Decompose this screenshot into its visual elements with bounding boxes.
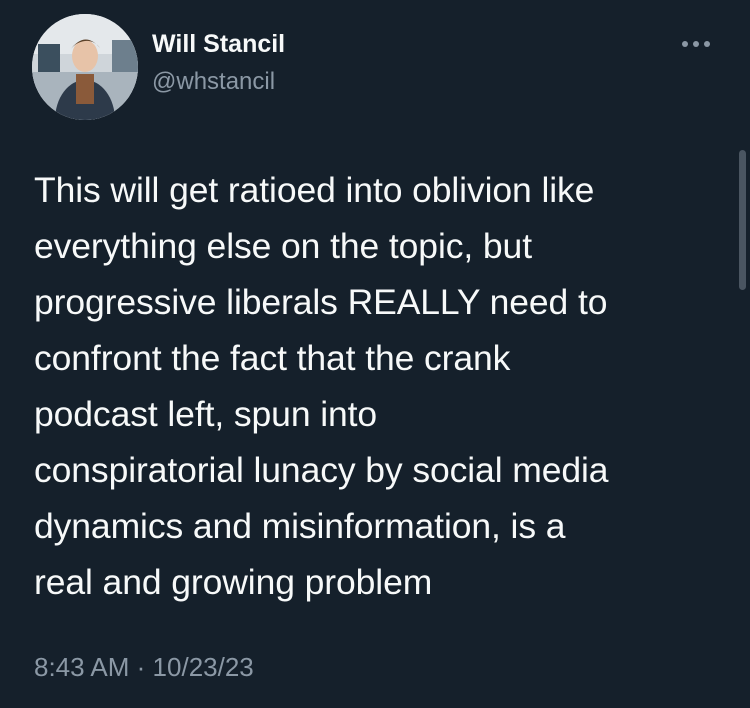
tweet-text-line: real and growing problem: [34, 562, 433, 602]
tweet-text-line: dynamics and misinformation, is a: [34, 506, 566, 546]
tweet-text-line: conspiratorial lunacy by social media: [34, 450, 609, 490]
meta-separator: ·: [136, 652, 146, 682]
tweet-text-line: podcast left, spun into: [34, 394, 378, 434]
tweet-text-line: This will get ratioed into oblivion like: [34, 170, 595, 210]
more-options-button[interactable]: [676, 32, 716, 56]
tweet-date: 10/23/23: [152, 652, 254, 682]
scrollbar[interactable]: [739, 150, 746, 290]
tweet-time: 8:43 AM: [34, 652, 130, 682]
author-handle[interactable]: @whstancil: [152, 68, 275, 96]
tweet-timestamp[interactable]: 8:43 AM · 10/23/23: [34, 652, 254, 683]
author-avatar[interactable]: [32, 14, 138, 120]
author-display-name[interactable]: Will Stancil: [152, 30, 285, 59]
tweet-text-line: everything else on the topic, but: [34, 226, 532, 266]
tweet: Will Stancil @whstancil This will get ra…: [0, 0, 750, 708]
tweet-text-line: progressive liberals REALLY need to: [34, 282, 608, 322]
tweet-text-line: confront the fact that the crank: [34, 338, 511, 378]
avatar-photo-icon: [32, 14, 138, 120]
tweet-text: This will get ratioed into oblivion like…: [34, 162, 734, 610]
more-options-icon: [682, 41, 710, 47]
